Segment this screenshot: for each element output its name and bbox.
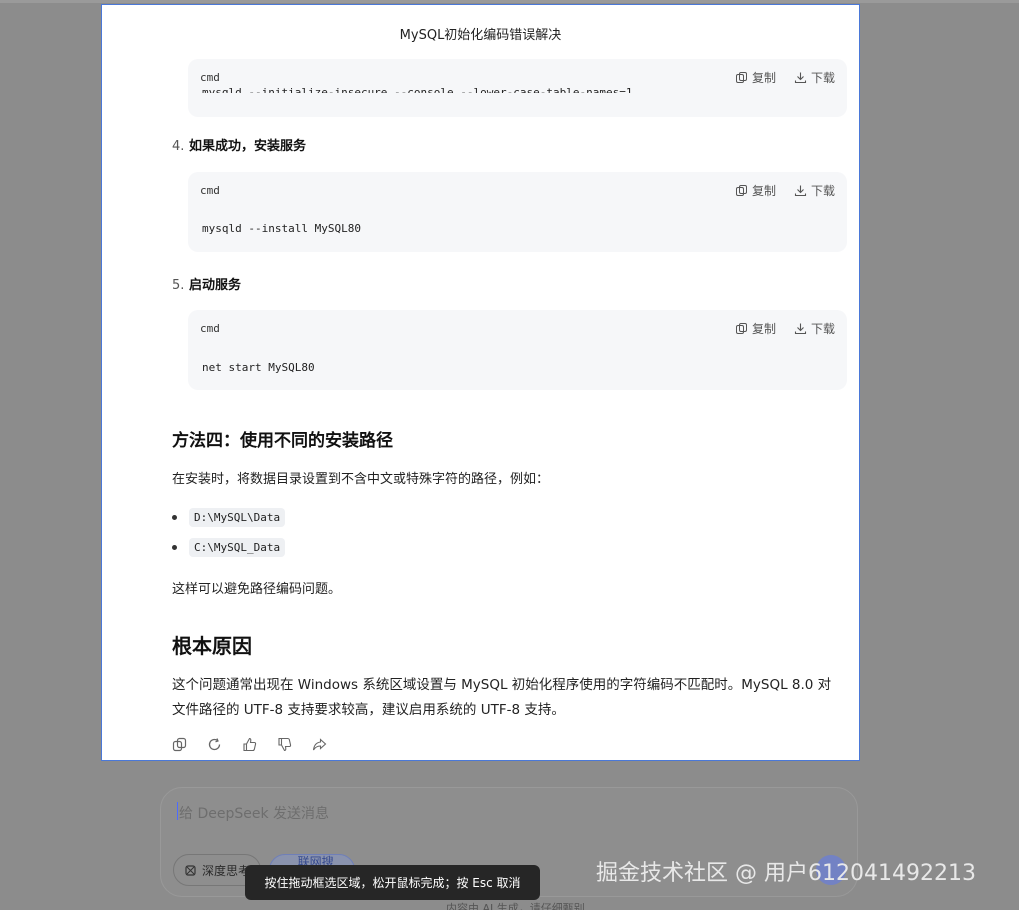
download-icon — [794, 323, 807, 335]
step-text: 如果成功，安装服务 — [188, 139, 306, 154]
thumbs-down-icon[interactable] — [277, 737, 292, 752]
download-button[interactable]: 下载 — [794, 182, 835, 199]
step-text: 启动服务 — [188, 278, 241, 293]
download-label: 下载 — [810, 184, 835, 198]
message-actions — [172, 737, 327, 752]
selection-hint-tooltip: 按住拖动框选区域，松开鼠标完成；按 Esc 取消 — [245, 865, 540, 900]
copy-button[interactable]: 复制 — [735, 182, 776, 199]
copy-button[interactable]: 复制 — [735, 69, 776, 86]
deep-think-label: 深度思考 — [202, 863, 251, 878]
inline-code: D:\MySQL\Data — [189, 508, 286, 527]
top-strip — [0, 0, 1019, 3]
copy-icon — [735, 323, 747, 334]
text-caret — [177, 802, 178, 820]
paragraph: 在安装时，将数据目录设置到不含中文或特殊字符的路径，例如： — [172, 472, 550, 487]
code-language: cmd — [200, 71, 220, 84]
bullet-dot — [172, 545, 177, 550]
list-item: D:\MySQL\Data — [172, 508, 286, 527]
download-icon — [794, 72, 807, 84]
step-heading: 5. 启动服务 — [172, 274, 241, 293]
download-label: 下载 — [810, 71, 835, 85]
code-language: cmd — [200, 322, 220, 335]
step-number: 4. — [172, 139, 185, 154]
download-icon — [794, 185, 807, 197]
thumbs-up-icon[interactable] — [242, 737, 257, 752]
step-heading: 4. 如果成功，安装服务 — [172, 135, 306, 154]
capture-selection[interactable]: MySQL初始化编码错误解决 cmd 复制 下载 mysqld --initia… — [101, 4, 860, 761]
regenerate-icon[interactable] — [207, 737, 222, 752]
bullet-dot — [172, 515, 177, 520]
copy-label: 复制 — [751, 184, 776, 198]
copy-label: 复制 — [751, 322, 776, 336]
chat-title: MySQL初始化编码错误解决 — [399, 28, 562, 43]
inline-code: C:\MySQL_Data — [189, 538, 286, 557]
code-content: net start MySQL80 — [202, 361, 315, 374]
copy-icon[interactable] — [172, 737, 187, 752]
atom-icon — [185, 864, 196, 876]
code-content: mysqld --install MySQL80 — [202, 222, 361, 235]
code-language: cmd — [200, 184, 220, 197]
code-block: cmd 复制 下载 mysqld --install MySQL80 — [188, 172, 847, 252]
download-label: 下载 — [810, 322, 835, 336]
download-button[interactable]: 下载 — [794, 320, 835, 337]
watermark: 掘金技术社区 @ 用户612041492213 — [596, 861, 976, 886]
share-icon[interactable] — [312, 737, 327, 752]
copy-label: 复制 — [751, 71, 776, 85]
list-item: C:\MySQL_Data — [172, 538, 286, 557]
step-number: 5. — [172, 278, 185, 293]
download-button[interactable]: 下载 — [794, 69, 835, 86]
section-heading: 根本原因 — [172, 634, 252, 658]
copy-icon — [735, 72, 747, 83]
ai-disclaimer: 内容由 AI 生成，请仔细甄别 — [446, 902, 585, 910]
copy-icon — [735, 185, 747, 196]
copy-button[interactable]: 复制 — [735, 320, 776, 337]
paragraph: 这个问题通常出现在 Windows 系统区域设置与 MySQL 初始化程序使用的… — [172, 677, 832, 718]
composer-placeholder[interactable]: 给 DeepSeek 发送消息 — [179, 803, 329, 823]
code-block: cmd 复制 下载 mysqld --initialize-insecure -… — [188, 59, 847, 117]
code-block: cmd 复制 下载 net start MySQL80 — [188, 310, 847, 390]
section-heading: 方法四：使用不同的安装路径 — [172, 431, 393, 451]
code-content: mysqld --initialize-insecure --console -… — [202, 86, 633, 99]
paragraph: 这样可以避免路径编码问题。 — [172, 582, 342, 597]
